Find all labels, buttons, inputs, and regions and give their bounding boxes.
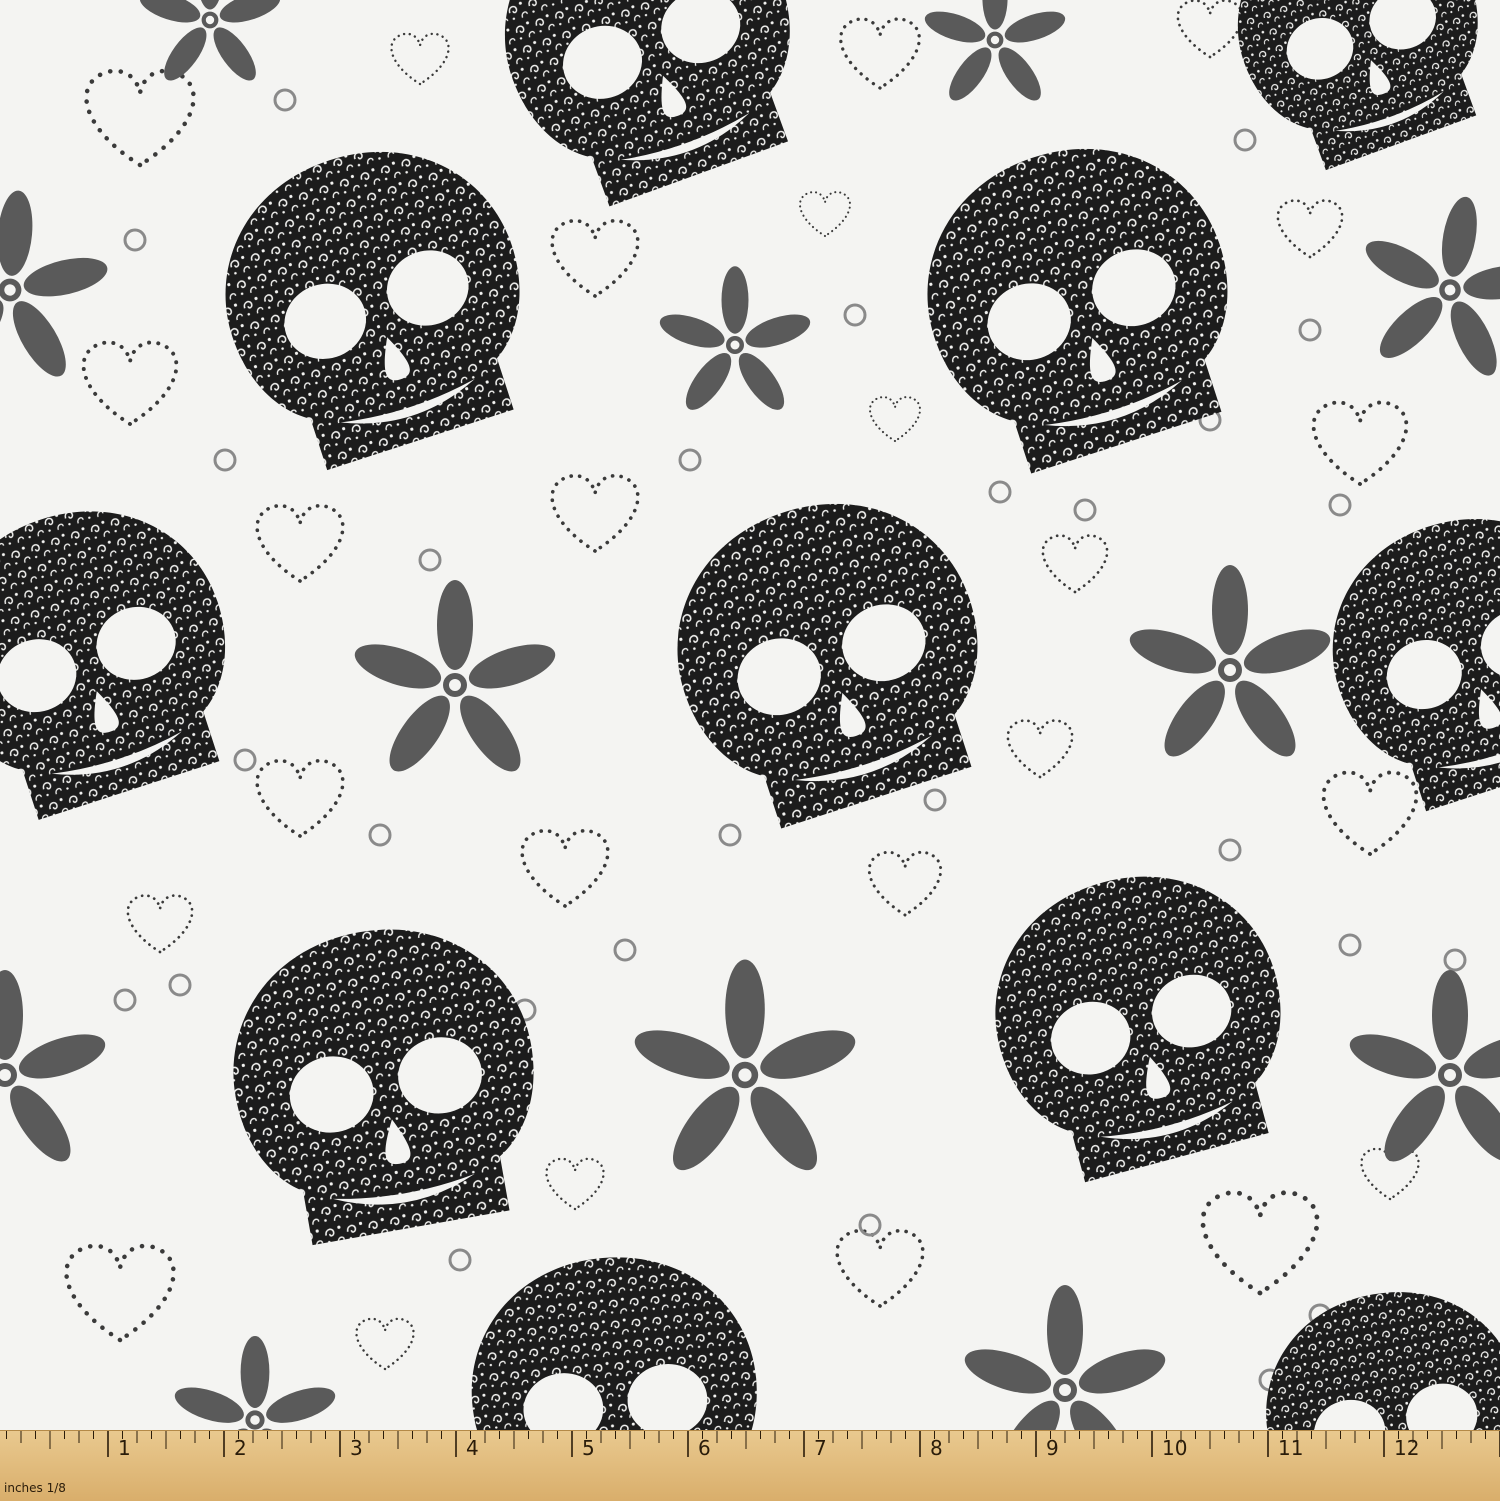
dotted-heart-9	[1311, 400, 1409, 486]
ruler-number-10: 10	[1162, 1436, 1187, 1460]
ruler-number-12: 12	[1394, 1436, 1419, 1460]
dotted-heart-14	[1006, 719, 1074, 779]
sugar-skull-7	[460, 1245, 770, 1430]
sugar-skull-3	[640, 465, 1020, 845]
flower-1	[1341, 180, 1500, 392]
dotted-heart-8	[868, 396, 922, 443]
flower-9	[170, 1336, 340, 1430]
dotted-heart-15	[1321, 770, 1419, 856]
sugar-skull-0	[189, 114, 561, 486]
ruler-number-1: 1	[118, 1436, 131, 1460]
dotted-heart-16	[520, 828, 610, 908]
ruler-unit-label: inches 1/8	[4, 1481, 66, 1495]
flower-2	[0, 181, 119, 390]
ruler-number-3: 3	[350, 1436, 363, 1460]
small-circle-4	[1298, 318, 1322, 342]
small-circle-3	[843, 303, 867, 327]
small-circle-0	[273, 88, 297, 112]
dotted-heart-1	[390, 32, 450, 86]
dotted-heart-11	[255, 503, 345, 583]
ruler-number-6: 6	[698, 1436, 711, 1460]
sugar-skull-10	[1206, 0, 1500, 184]
small-circle-13	[718, 823, 742, 847]
small-circle-1	[1233, 128, 1257, 152]
dotted-heart-10	[550, 473, 640, 553]
dotted-heart-23	[355, 1317, 415, 1371]
small-circle-9	[1073, 498, 1097, 522]
dotted-heart-3	[1176, 0, 1244, 59]
flower-5	[629, 959, 861, 1181]
flower-10	[921, 0, 1069, 107]
flower-11	[136, 0, 284, 87]
dotted-heart-12	[1041, 534, 1109, 594]
measuring-ruler: 12345678910111213 inches 1/8	[0, 1430, 1500, 1501]
dotted-heart-13	[255, 758, 345, 838]
dotted-heart-20	[835, 1228, 925, 1308]
small-circle-11	[233, 748, 257, 772]
dotted-heart-21	[1203, 1193, 1317, 1293]
ruler-number-5: 5	[582, 1436, 595, 1460]
ruler-ticks: 12345678910111213	[6, 1431, 1500, 1460]
ruler-number-7: 7	[814, 1436, 827, 1460]
ruler-number-4: 4	[466, 1436, 479, 1460]
sugar-skull-9	[467, 0, 833, 223]
small-circle-16	[113, 988, 137, 1012]
ruler-number-8: 8	[930, 1436, 943, 1460]
sugar-skull-1	[890, 110, 1270, 490]
dotted-heart-0	[86, 71, 193, 165]
flower-3	[349, 580, 561, 781]
dotted-heart-22	[66, 1246, 173, 1340]
small-circle-8	[1328, 493, 1352, 517]
flower-0	[655, 266, 815, 417]
flower-4	[1124, 565, 1336, 766]
pattern-canvas	[0, 0, 1500, 1430]
small-circle-6	[213, 448, 237, 472]
flower-7	[1344, 970, 1500, 1171]
small-circle-25	[613, 938, 637, 962]
ruler-number-9: 9	[1046, 1436, 1059, 1460]
small-circle-2	[123, 228, 147, 252]
flower-6	[0, 970, 111, 1171]
small-circle-5	[678, 448, 702, 472]
sugar-skull-8	[1247, 1272, 1500, 1430]
small-circle-18	[858, 1213, 882, 1237]
flower-8	[959, 1285, 1171, 1430]
dotted-heart-19	[545, 1157, 605, 1211]
small-circle-15	[1218, 838, 1242, 862]
sugar-skull-6	[965, 845, 1315, 1195]
small-circle-17	[448, 1248, 472, 1272]
dotted-heart-18	[126, 894, 194, 954]
dotted-heart-17	[867, 850, 943, 917]
small-circle-14	[368, 823, 392, 847]
sugar-skull-5	[211, 906, 559, 1254]
dotted-heart-4	[798, 191, 852, 238]
small-circle-12	[923, 788, 947, 812]
small-circle-23	[168, 973, 192, 997]
small-circle-19	[1338, 933, 1362, 957]
dotted-heart-2	[839, 17, 921, 90]
fabric-pattern	[0, 0, 1500, 1430]
small-circle-24	[1443, 948, 1467, 972]
ruler-number-11: 11	[1278, 1436, 1303, 1460]
ruler-number-2: 2	[234, 1436, 247, 1460]
dotted-heart-6	[1276, 199, 1344, 259]
sugar-skull-2	[0, 475, 265, 835]
dotted-heart-5	[550, 218, 640, 298]
small-circle-10	[418, 548, 442, 572]
dotted-heart-7	[81, 340, 179, 426]
small-circle-7	[988, 480, 1012, 504]
